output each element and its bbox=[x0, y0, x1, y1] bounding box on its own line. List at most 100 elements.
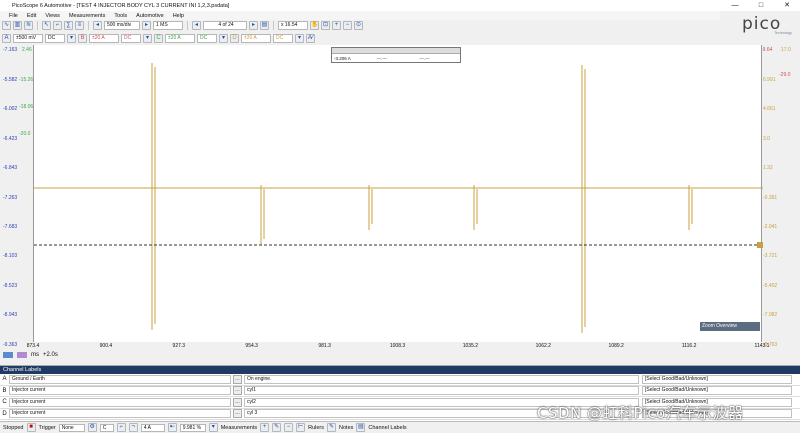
timebase-inc-icon[interactable]: ▸ bbox=[142, 21, 151, 30]
zoom-reset-icon[interactable]: ⊙ bbox=[354, 21, 363, 30]
channel-b-button[interactable]: B bbox=[78, 34, 87, 43]
channel-labels-label[interactable]: Channel Labels bbox=[368, 425, 406, 431]
probe-select[interactable]: Injector current bbox=[9, 386, 231, 396]
trigger-mode-select[interactable]: None bbox=[58, 423, 85, 432]
notes-toggle-icon[interactable]: ✎ bbox=[327, 423, 337, 432]
menu-views[interactable]: Views bbox=[45, 13, 60, 19]
zoom-overview-button[interactable]: Zoom Overview bbox=[700, 322, 760, 331]
auto-setup-icon[interactable]: A∕ bbox=[306, 34, 315, 43]
pointer-icon[interactable]: ↖ bbox=[42, 21, 51, 30]
persistence-icon[interactable]: ≋ bbox=[24, 21, 33, 30]
channel-d-coupling[interactable]: DC bbox=[273, 34, 293, 43]
spectrum-mode-icon[interactable]: ▥ bbox=[13, 21, 22, 30]
axis-tick-label: 4.661 bbox=[763, 106, 776, 113]
menu-edit[interactable]: Edit bbox=[27, 13, 36, 19]
channel-c-button[interactable]: C bbox=[154, 34, 163, 43]
channel-b-range[interactable]: ±20 A bbox=[89, 34, 119, 43]
menu-file[interactable]: File bbox=[9, 13, 18, 19]
ruler-col-3 bbox=[417, 48, 460, 53]
probe-select[interactable]: Ground / Earth bbox=[9, 374, 231, 384]
measurements-label[interactable]: Measurements bbox=[221, 425, 257, 431]
minimize-button[interactable]: — bbox=[722, 0, 748, 11]
math-icon[interactable]: ∑ bbox=[64, 21, 73, 30]
more-icon[interactable]: … bbox=[233, 397, 242, 407]
status-select[interactable]: [Select Good/Bad/Unknown] bbox=[642, 386, 792, 396]
pre-trigger-field[interactable]: 9.981 % bbox=[179, 423, 206, 432]
axis-tick-label: -5.402 bbox=[763, 282, 778, 289]
zoom-factor[interactable]: x 16.54 bbox=[278, 21, 308, 30]
menu-tools[interactable]: Tools bbox=[114, 13, 127, 19]
channel-c-range[interactable]: ±20 A bbox=[165, 34, 195, 43]
channel-d-options-icon[interactable]: ▾ bbox=[295, 34, 304, 43]
maximize-button[interactable]: □ bbox=[748, 0, 774, 11]
axis-right-extra: -29.0 bbox=[779, 72, 791, 78]
axis-tick-label: -18.06 bbox=[19, 104, 34, 110]
separator bbox=[273, 21, 274, 30]
pre-trigger-options-icon[interactable]: ▾ bbox=[208, 423, 218, 432]
trigger-options-icon[interactable]: ⚙ bbox=[87, 423, 97, 432]
hand-tool-icon[interactable]: ✋ bbox=[310, 21, 319, 30]
axis-tick-label: -6.002 bbox=[3, 106, 18, 113]
samples-select[interactable]: 1 MS bbox=[153, 21, 183, 30]
stop-icon[interactable]: ■ bbox=[26, 423, 36, 432]
waveform-library-icon[interactable]: ≡ bbox=[75, 21, 84, 30]
probe-select[interactable]: Injector current bbox=[9, 397, 231, 407]
ruler-handle-right[interactable] bbox=[17, 351, 27, 358]
zoom-select-icon[interactable]: ⊡ bbox=[321, 21, 330, 30]
rulers-label[interactable]: Rulers bbox=[308, 425, 324, 431]
rulers-toggle-icon[interactable]: ⊢ bbox=[296, 423, 306, 432]
ruler-readout-box[interactable]: -3.206 A ---.--- ---.--- bbox=[331, 47, 461, 63]
x-tick-label: 1062.2 bbox=[535, 343, 551, 349]
channel-d-button[interactable]: D bbox=[230, 34, 239, 43]
trigger-icon[interactable]: ⌐ bbox=[53, 21, 62, 30]
zoom-in-icon[interactable]: + bbox=[332, 21, 341, 30]
delete-measurement-icon[interactable]: − bbox=[284, 423, 294, 432]
falling-edge-icon[interactable]: ¬ bbox=[128, 423, 138, 432]
menu-measurements[interactable]: Measurements bbox=[69, 13, 105, 19]
channel-d-range[interactable]: ±20 A bbox=[241, 34, 271, 43]
menu-automotive[interactable]: Automotive bbox=[136, 13, 164, 19]
time-ruler-bar: ms +2.0s bbox=[3, 351, 760, 358]
timebase-dec-icon[interactable]: ◂ bbox=[93, 21, 102, 30]
channel-a-range[interactable]: ±500 mV bbox=[13, 34, 43, 43]
more-icon[interactable]: … bbox=[233, 374, 242, 384]
channel-b-options-icon[interactable]: ▾ bbox=[143, 34, 152, 43]
rising-edge-icon[interactable]: ⌐ bbox=[116, 423, 126, 432]
buffer-next-icon[interactable]: ▸ bbox=[249, 21, 258, 30]
axis-tick-label: 1.32 bbox=[763, 165, 773, 172]
channel-c-coupling[interactable]: DC bbox=[197, 34, 217, 43]
scope-mode-icon[interactable]: ∿ bbox=[2, 21, 11, 30]
channel-a-options-icon[interactable]: ▾ bbox=[67, 34, 76, 43]
buffer-prev-icon[interactable]: ◂ bbox=[192, 21, 201, 30]
channel-labels-toggle-icon[interactable]: ▤ bbox=[356, 423, 366, 432]
ruler-handle-left[interactable] bbox=[3, 351, 13, 358]
trigger-channel-select[interactable]: C bbox=[99, 423, 114, 432]
buffer-navigator[interactable]: 4 of 24 bbox=[203, 21, 247, 30]
add-measurement-icon[interactable]: + bbox=[260, 423, 270, 432]
trigger-level-field[interactable]: 4 A bbox=[140, 423, 165, 432]
x-tick-label: 927.3 bbox=[172, 343, 186, 349]
edit-measurement-icon[interactable]: ✎ bbox=[272, 423, 282, 432]
status-select[interactable]: [Select Good/Bad/Unknown] bbox=[642, 374, 792, 384]
channel-a-coupling[interactable]: DC bbox=[45, 34, 65, 43]
axis-c-top: 2.46 bbox=[22, 47, 32, 53]
buffer-list-icon[interactable]: ▤ bbox=[260, 21, 269, 30]
close-button[interactable]: ✕ bbox=[774, 0, 800, 11]
channel-c-options-icon[interactable]: ▾ bbox=[219, 34, 228, 43]
more-icon[interactable]: … bbox=[233, 386, 242, 396]
notes-label[interactable]: Notes bbox=[339, 425, 353, 431]
scope-plot-area[interactable] bbox=[33, 45, 763, 342]
zoom-out-icon[interactable]: − bbox=[343, 21, 352, 30]
probe-select[interactable]: Injector current bbox=[9, 409, 231, 419]
channel-b-coupling[interactable]: DC bbox=[121, 34, 141, 43]
x-tick-label: 954.3 bbox=[245, 343, 258, 349]
ruler-handle[interactable] bbox=[757, 242, 763, 248]
note-field[interactable]: cyl1 bbox=[244, 386, 639, 396]
timebase-select[interactable]: 500 ms/div bbox=[104, 21, 140, 30]
axis-tick-label: 3.0 bbox=[763, 135, 770, 142]
note-field[interactable]: On engine. bbox=[244, 374, 639, 384]
pre-trigger-icon[interactable]: ⇤ bbox=[167, 423, 177, 432]
channel-a-button[interactable]: A bbox=[2, 34, 11, 43]
menu-help[interactable]: Help bbox=[173, 13, 184, 19]
more-icon[interactable]: … bbox=[233, 409, 242, 419]
